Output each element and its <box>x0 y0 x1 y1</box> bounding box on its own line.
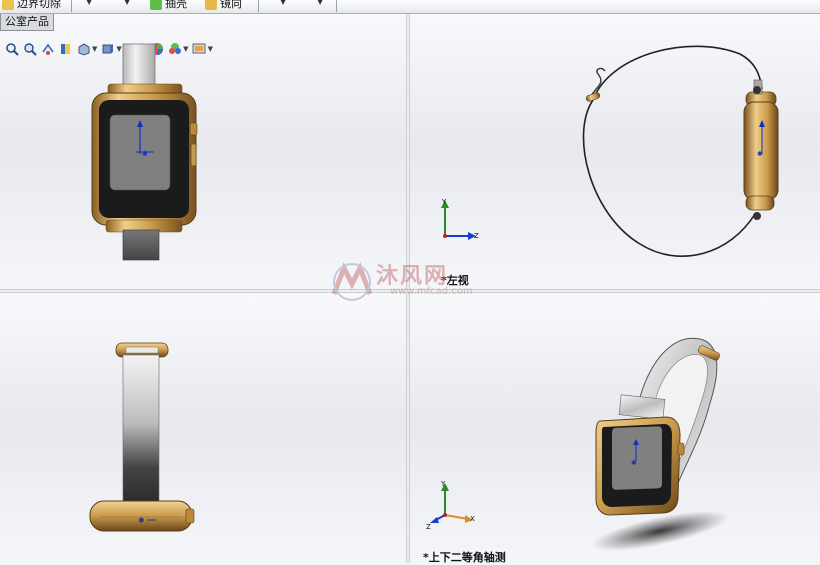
boundary-cut-icon <box>2 0 14 10</box>
toolbar-divider <box>336 0 337 12</box>
watermark-logo-icon <box>331 261 373 301</box>
axis-y-label: Y <box>440 480 446 488</box>
axis-z-label: Z <box>426 523 431 531</box>
command-toolbar: 边界切除 ▼ ▼ 抽壳 镜向 ▼ ▼ <box>0 0 820 14</box>
mirror-label: 镜向 <box>220 0 242 10</box>
watermark-url: www.mfcad.com <box>390 286 473 297</box>
isometric-view-model: ✱ Y X Z <box>426 337 729 551</box>
left-view-model: ✱ Y Z <box>441 45 779 257</box>
svg-text:✱: ✱ <box>757 150 763 158</box>
boundary-cut-label: 边界切除 <box>17 0 61 10</box>
watermark: 沐风网 www.mfcad.com <box>330 258 500 306</box>
shell-label: 抽壳 <box>165 0 187 10</box>
chevron-down-icon[interactable]: ▼ <box>124 0 130 6</box>
svg-text:✱: ✱ <box>142 150 148 158</box>
shell-icon <box>150 0 162 10</box>
axis-triad: Y Z <box>441 198 479 240</box>
toolbar-divider <box>71 0 72 12</box>
mirror-button[interactable]: 镜向 <box>205 0 242 11</box>
front-view-model: ✱ <box>91 43 198 261</box>
axis-z-label: Z <box>474 232 479 240</box>
toolbar-divider <box>258 0 259 12</box>
chevron-down-icon[interactable]: ▼ <box>86 0 92 6</box>
mirror-icon <box>205 0 217 10</box>
axis-triad: Y X Z <box>426 480 475 531</box>
top-view-model: ✱ <box>89 342 195 532</box>
svg-text:✱: ✱ <box>631 459 637 467</box>
axis-y-label: Y <box>441 198 447 206</box>
shell-button[interactable]: 抽壳 <box>150 0 187 11</box>
axis-x-label: X <box>470 515 475 523</box>
boundary-cut-button[interactable]: 边界切除 <box>2 0 61 11</box>
chevron-down-icon[interactable]: ▼ <box>317 0 323 6</box>
chevron-down-icon[interactable]: ▼ <box>280 0 286 6</box>
svg-text:✱: ✱ <box>138 516 145 525</box>
